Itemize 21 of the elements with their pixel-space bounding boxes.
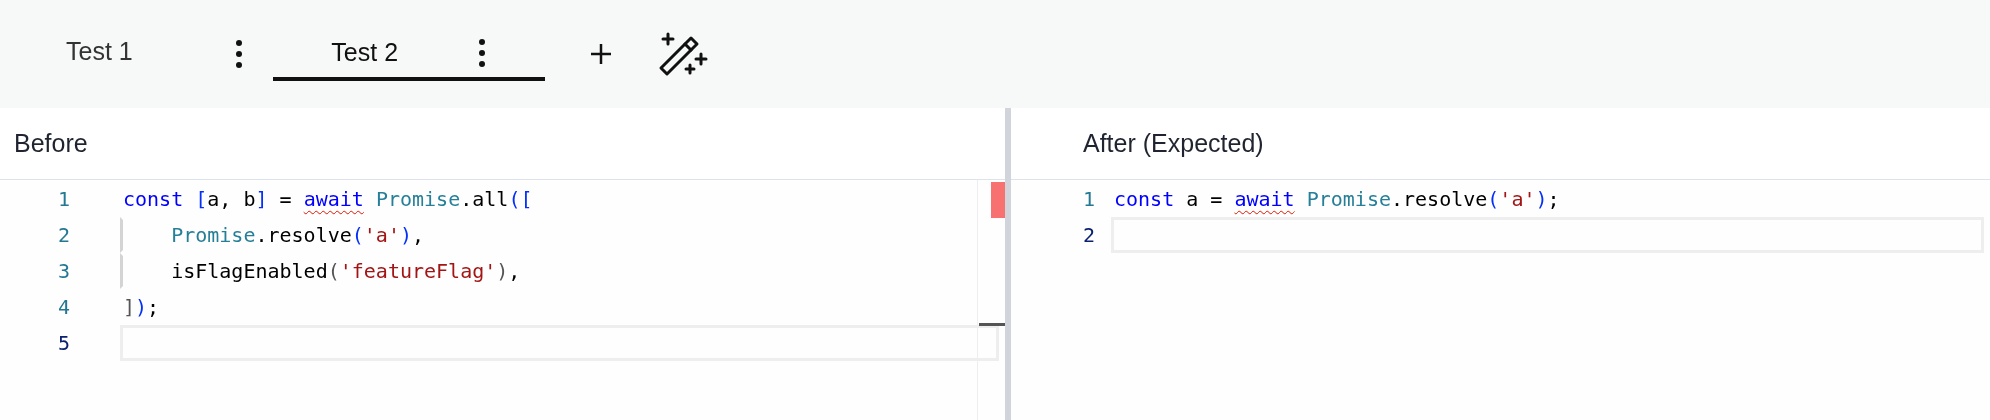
code-line: const a = await Promise.resolve('a'); — [1113, 186, 1561, 213]
plus-icon[interactable] — [588, 42, 613, 66]
diff-marker — [991, 182, 1005, 218]
line-number: 1 — [1081, 186, 1095, 213]
line-number: 3 — [56, 258, 70, 285]
tab[interactable]: Test 1 — [34, 27, 165, 81]
line-number: 2 — [56, 222, 70, 249]
pane-title: Before — [14, 127, 88, 159]
code-line: Promise.resolve('a'), — [120, 217, 428, 253]
line-number: 2 — [1081, 222, 1095, 249]
tab[interactable]: Test 2 — [272, 27, 545, 81]
pane-title: After (Expected) — [1083, 127, 1264, 159]
code-line: isFlagEnabled('featureFlag'), — [120, 253, 524, 289]
line-number: 5 — [56, 330, 70, 357]
code-line: const [a, b] = await Promise.all([ — [122, 186, 534, 213]
more-options-icon[interactable] — [478, 38, 487, 68]
line-number: 4 — [56, 294, 70, 321]
code-line: ]); — [122, 294, 161, 321]
more-options-icon[interactable] — [234, 39, 243, 69]
line-number: 1 — [56, 186, 70, 213]
cursor-marker — [979, 323, 1005, 326]
